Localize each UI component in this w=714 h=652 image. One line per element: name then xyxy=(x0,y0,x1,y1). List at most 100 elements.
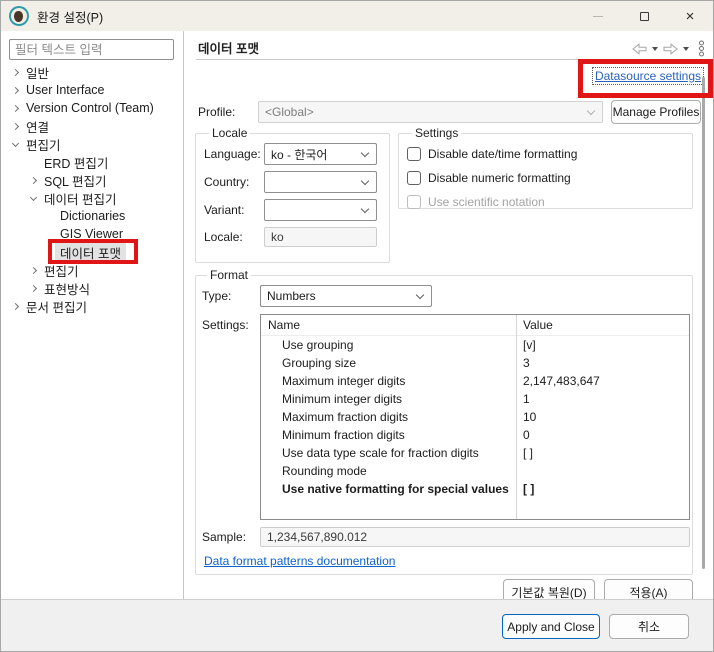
sidebar-item-erd-editor[interactable]: ERD 편집기 xyxy=(1,153,183,171)
format-settings-table[interactable]: Name Value Use grouping [v] Grouping siz… xyxy=(260,314,690,520)
chevron-down-icon[interactable] xyxy=(12,139,19,146)
setting-name[interactable]: Minimum integer digits xyxy=(261,390,516,408)
datasource-settings-link[interactable]: Datasource settings xyxy=(593,68,703,84)
setting-value[interactable]: 0 xyxy=(516,426,689,444)
scientific-notation-checkbox-row: Use scientific notation xyxy=(407,190,684,214)
maximize-button[interactable] xyxy=(621,1,667,31)
sidebar-item-data-editor[interactable]: 데이터 편집기 xyxy=(1,189,183,207)
sidebar-item-connection[interactable]: 연결 xyxy=(1,117,183,135)
sidebar-item-general[interactable]: 일반 xyxy=(1,63,183,81)
sidebar-item-editor[interactable]: 편집기 xyxy=(1,261,183,279)
chevron-down-icon xyxy=(416,291,424,299)
sidebar-item-sql-editor[interactable]: SQL 편집기 xyxy=(1,171,183,189)
column-header-value: Value xyxy=(516,315,689,336)
scientific-notation-checkbox xyxy=(407,195,421,209)
data-format-docs-link[interactable]: Data format patterns documentation xyxy=(204,554,395,568)
chevron-right-icon[interactable] xyxy=(12,122,19,129)
setting-name[interactable]: Use data type scale for fraction digits xyxy=(261,444,516,462)
chevron-right-icon[interactable] xyxy=(30,266,37,273)
setting-name[interactable]: Maximum fraction digits xyxy=(261,408,516,426)
locale-group: Locale Language: ko - 한국어 Country: xyxy=(195,126,390,263)
window-controls: × xyxy=(575,1,713,31)
filter-input[interactable] xyxy=(9,39,174,60)
setting-value[interactable]: 10 xyxy=(516,408,689,426)
window-title: 환경 설정(P) xyxy=(37,7,103,26)
dialog-body: 일반 User Interface Version Control (Team)… xyxy=(1,31,713,601)
setting-name[interactable]: Minimum fraction digits xyxy=(261,426,516,444)
dbeaver-app-icon xyxy=(9,6,29,26)
setting-name[interactable]: Maximum integer digits xyxy=(261,372,516,390)
language-select[interactable]: ko - 한국어 xyxy=(264,143,377,165)
sidebar-item-data-format[interactable]: 데이터 포맷 xyxy=(1,243,183,261)
locale-label: Locale: xyxy=(204,230,264,244)
setting-value[interactable]: 1 xyxy=(516,390,689,408)
back-history-dropdown-icon[interactable] xyxy=(652,47,658,51)
profile-row: Profile: <Global> Manage Profiles xyxy=(198,100,701,124)
sidebar-item-editors[interactable]: 편집기 xyxy=(1,135,183,153)
chevron-right-icon[interactable] xyxy=(12,104,19,111)
setting-value[interactable]: 3 xyxy=(516,354,689,372)
data-format-page: 데이터 포맷 Datasource settings Profil xyxy=(184,31,713,601)
chevron-down-icon[interactable] xyxy=(30,193,37,200)
manage-profiles-button[interactable]: Manage Profiles xyxy=(611,100,701,124)
minimize-button[interactable] xyxy=(575,1,621,31)
locale-value-field: ko xyxy=(264,227,377,247)
restore-defaults-button[interactable]: 기본값 복원(D) xyxy=(503,579,595,601)
page-title: 데이터 포맷 xyxy=(198,38,259,57)
vertical-scrollbar[interactable] xyxy=(702,77,705,569)
header-separator xyxy=(196,59,713,60)
setting-value[interactable]: 2,147,483,647 xyxy=(516,372,689,390)
type-label: Type: xyxy=(202,289,260,303)
chevron-right-icon[interactable] xyxy=(12,302,19,309)
disable-numeric-checkbox-row: Disable numeric formatting xyxy=(407,166,684,190)
sidebar-item-gis-viewer[interactable]: GIS Viewer xyxy=(1,225,183,243)
sidebar-item-version-control[interactable]: Version Control (Team) xyxy=(1,99,183,117)
format-type-select[interactable]: Numbers xyxy=(260,285,432,307)
profile-label: Profile: xyxy=(198,105,258,119)
format-group: Format Type: Numbers Settings: Name Val xyxy=(195,268,693,575)
apply-and-close-button[interactable]: Apply and Close xyxy=(502,614,600,639)
sidebar-item-user-interface[interactable]: User Interface xyxy=(1,81,183,99)
setting-name[interactable]: Grouping size xyxy=(261,354,516,372)
disable-datetime-checkbox-row: Disable date/time formatting xyxy=(407,142,684,166)
view-menu-icon[interactable] xyxy=(698,40,705,57)
country-select[interactable] xyxy=(264,171,377,193)
country-label: Country: xyxy=(204,175,264,189)
chevron-right-icon[interactable] xyxy=(30,284,37,291)
locale-group-legend: Locale xyxy=(209,126,250,140)
disable-numeric-checkbox[interactable] xyxy=(407,171,421,185)
dialog-footer: Apply and Close 취소 xyxy=(1,599,713,651)
setting-value[interactable] xyxy=(516,462,689,480)
close-icon: × xyxy=(686,9,695,24)
sidebar-item-presentation[interactable]: 표현방식 xyxy=(1,279,183,297)
back-arrow-icon[interactable] xyxy=(632,43,647,55)
chevron-right-icon[interactable] xyxy=(30,176,37,183)
apply-button[interactable]: 적용(A) xyxy=(604,579,693,601)
settings-group: Settings Disable date/time formatting Di… xyxy=(398,126,693,209)
setting-value[interactable]: [ ] xyxy=(516,444,689,462)
forward-arrow-icon[interactable] xyxy=(663,43,678,55)
preferences-tree: 일반 User Interface Version Control (Team)… xyxy=(1,63,183,315)
preferences-dialog: 환경 설정(P) × 일반 User Interface Version Con… xyxy=(0,0,714,652)
close-button[interactable]: × xyxy=(667,1,713,31)
cancel-button[interactable]: 취소 xyxy=(609,614,689,639)
setting-name[interactable]: Use native formatting for special values xyxy=(261,480,516,498)
variant-select[interactable] xyxy=(264,199,377,221)
sample-value-field: 1,234,567,890.012 xyxy=(260,527,690,547)
variant-label: Variant: xyxy=(204,203,264,217)
setting-name[interactable]: Use grouping xyxy=(261,336,516,354)
setting-name[interactable]: Rounding mode xyxy=(261,462,516,480)
chevron-right-icon[interactable] xyxy=(12,68,19,75)
chevron-down-icon xyxy=(361,205,369,213)
chevron-down-icon xyxy=(361,177,369,185)
chevron-right-icon[interactable] xyxy=(12,86,19,93)
disable-datetime-checkbox[interactable] xyxy=(407,147,421,161)
page-buttons: 기본값 복원(D) 적용(A) xyxy=(503,579,693,601)
forward-history-dropdown-icon[interactable] xyxy=(683,47,689,51)
sidebar-item-doc-editor[interactable]: 문서 편집기 xyxy=(1,297,183,315)
sidebar-item-dictionaries[interactable]: Dictionaries xyxy=(1,207,183,225)
chevron-down-icon xyxy=(361,149,369,157)
setting-value[interactable]: [ ] xyxy=(516,480,689,498)
column-header-name: Name xyxy=(261,315,516,336)
setting-value[interactable]: [v] xyxy=(516,336,689,354)
